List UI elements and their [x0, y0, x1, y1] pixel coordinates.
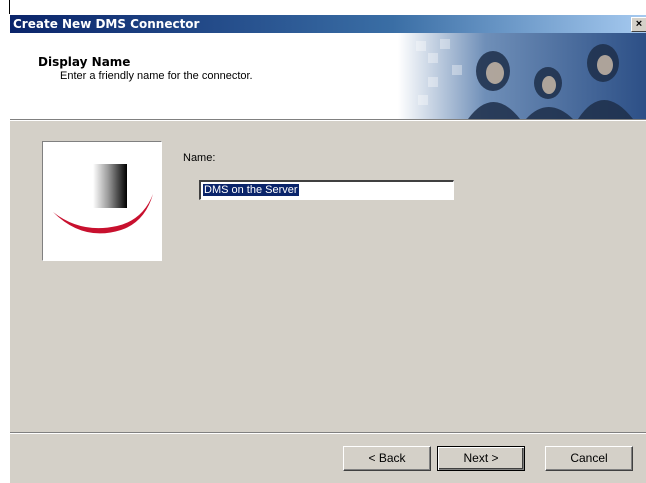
back-button[interactable]: < Back	[343, 446, 431, 471]
next-button[interactable]: Next >	[437, 446, 525, 471]
wizard-dialog: Create New DMS Connector × Display Name …	[9, 14, 646, 483]
window-edge-tick	[9, 0, 10, 14]
name-input-value: DMS on the Server	[203, 184, 299, 196]
name-input[interactable]: DMS on the Server	[199, 180, 454, 200]
name-label: Name:	[183, 152, 216, 164]
page-subtitle: Enter a friendly name for the connector.	[60, 70, 253, 82]
title-bar[interactable]: Create New DMS Connector ×	[10, 15, 646, 33]
window-title: Create New DMS Connector	[13, 17, 200, 31]
header-divider	[10, 120, 646, 121]
header-art-image	[398, 33, 646, 119]
close-icon: ×	[635, 18, 643, 30]
wizard-header: Display Name Enter a friendly name for t…	[10, 33, 646, 120]
cancel-button[interactable]: Cancel	[545, 446, 633, 471]
close-button[interactable]: ×	[631, 17, 646, 32]
page-title: Display Name	[38, 55, 131, 69]
footer-divider-highlight	[10, 433, 646, 434]
connector-logo-image	[42, 141, 162, 261]
connector-logo-icon	[53, 164, 153, 234]
